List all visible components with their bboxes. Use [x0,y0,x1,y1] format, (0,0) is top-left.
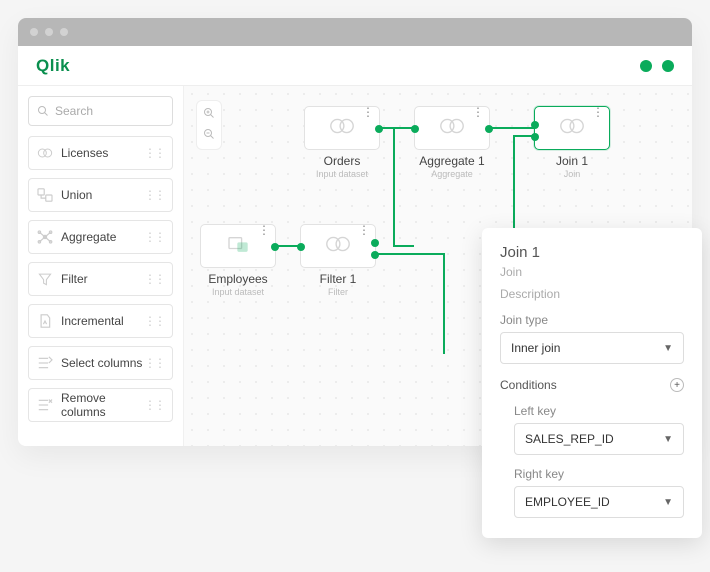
node-label: Employees [200,272,276,286]
node-label: Orders [304,154,380,168]
node-menu-icon[interactable]: ⋮ [472,110,484,114]
drag-handle-icon[interactable]: ⋮⋮ [144,146,164,160]
licenses-icon [37,145,53,161]
node-orders[interactable]: ⋮ Orders Input dataset [304,106,380,179]
join-shape-icon [558,117,586,140]
incremental-icon [37,313,53,329]
drag-handle-icon[interactable]: ⋮⋮ [144,314,164,328]
sidebar-item-label: Aggregate [61,230,116,244]
drag-handle-icon[interactable]: ⋮⋮ [144,230,164,244]
join-shape-icon [324,235,352,258]
join-shape-icon [438,117,466,140]
properties-panel: Join 1 Join Description Join type Inner … [482,228,702,538]
zoom-out-button[interactable] [203,128,215,143]
add-condition-button[interactable]: + [670,378,684,392]
chevron-down-icon: ▼ [663,343,673,354]
right-key-value: EMPLOYEE_ID [525,495,610,509]
node-employees[interactable]: ⋮ Employees Input dataset [200,224,276,297]
jointype-label: Join type [500,313,684,327]
select-columns-icon [37,355,53,371]
output-port[interactable] [371,251,379,259]
status-dot [640,60,652,72]
output-port[interactable] [375,125,383,133]
conditions-label: Conditions [500,378,557,392]
input-port[interactable] [531,133,539,141]
window-control-dot[interactable] [45,28,53,36]
join-shape-icon [328,117,356,140]
input-port[interactable] [411,125,419,133]
node-subtitle: Join [534,169,610,179]
input-port[interactable] [531,121,539,129]
sidebar-item-label: Incremental [61,314,124,328]
drag-handle-icon[interactable]: ⋮⋮ [144,398,164,412]
node-subtitle: Aggregate [414,169,490,179]
node-menu-icon[interactable]: ⋮ [258,228,270,232]
sidebar-item-label: Filter [61,272,88,286]
sidebar-item-label: Union [61,188,92,202]
sidebar-item-label: Remove columns [61,391,144,419]
sidebar-item-union[interactable]: Union ⋮⋮ [28,178,173,212]
panel-title: Join 1 [500,244,684,261]
right-key-label: Right key [514,467,684,481]
search-placeholder: Search [55,104,93,118]
node-aggregate[interactable]: ⋮ Aggregate 1 Aggregate [414,106,490,179]
node-subtitle: Filter [300,287,376,297]
zoom-controls [196,100,222,150]
drag-handle-icon[interactable]: ⋮⋮ [144,356,164,370]
node-label: Aggregate 1 [414,154,490,168]
brand-logo: Qlik [36,56,70,76]
header-status [640,60,674,72]
node-join[interactable]: ⋮ Join 1 Join [534,106,610,179]
aggregate-icon [37,229,53,245]
node-subtitle: Input dataset [200,287,276,297]
output-port[interactable] [271,243,279,251]
filter-icon [37,271,53,287]
left-key-value: SALES_REP_ID [525,432,614,446]
node-subtitle: Input dataset [304,169,380,179]
drag-handle-icon[interactable]: ⋮⋮ [144,188,164,202]
sidebar-item-select-columns[interactable]: Select columns ⋮⋮ [28,346,173,380]
sidebar-item-aggregate[interactable]: Aggregate ⋮⋮ [28,220,173,254]
sidebar-item-remove-columns[interactable]: Remove columns ⋮⋮ [28,388,173,422]
chevron-down-icon: ▼ [663,497,673,508]
window-titlebar [18,18,692,46]
drag-handle-icon[interactable]: ⋮⋮ [144,272,164,286]
union-icon [37,187,53,203]
window-control-dot[interactable] [60,28,68,36]
search-input[interactable]: Search [28,96,173,126]
zoom-in-button[interactable] [203,107,215,122]
app-window: Qlik Search Licenses ⋮⋮ Union [18,18,692,446]
node-label: Filter 1 [300,272,376,286]
input-port[interactable] [297,243,305,251]
sidebar-item-filter[interactable]: Filter ⋮⋮ [28,262,173,296]
node-menu-icon[interactable]: ⋮ [358,228,370,232]
node-menu-icon[interactable]: ⋮ [592,110,604,114]
panel-description-label: Description [500,287,684,301]
sidebar-item-label: Licenses [61,146,108,160]
sidebar-item-licenses[interactable]: Licenses ⋮⋮ [28,136,173,170]
sidebar: Search Licenses ⋮⋮ Union ⋮⋮ Agg [18,86,184,446]
search-icon [37,105,49,117]
node-menu-icon[interactable]: ⋮ [362,110,374,114]
jointype-select[interactable]: Inner join ▼ [500,332,684,364]
window-control-dot[interactable] [30,28,38,36]
sidebar-item-label: Select columns [61,356,142,370]
right-key-select[interactable]: EMPLOYEE_ID ▼ [514,486,684,518]
dataset-icon [227,235,249,258]
sidebar-item-incremental[interactable]: Incremental ⋮⋮ [28,304,173,338]
node-filter[interactable]: ⋮ Filter 1 Filter [300,224,376,297]
left-key-label: Left key [514,404,684,418]
app-header: Qlik [18,46,692,86]
output-port[interactable] [371,239,379,247]
status-dot [662,60,674,72]
node-label: Join 1 [534,154,610,168]
chevron-down-icon: ▼ [663,434,673,445]
panel-type: Join [500,265,684,279]
output-port[interactable] [485,125,493,133]
left-key-select[interactable]: SALES_REP_ID ▼ [514,423,684,455]
jointype-value: Inner join [511,341,560,355]
remove-columns-icon [37,397,53,413]
